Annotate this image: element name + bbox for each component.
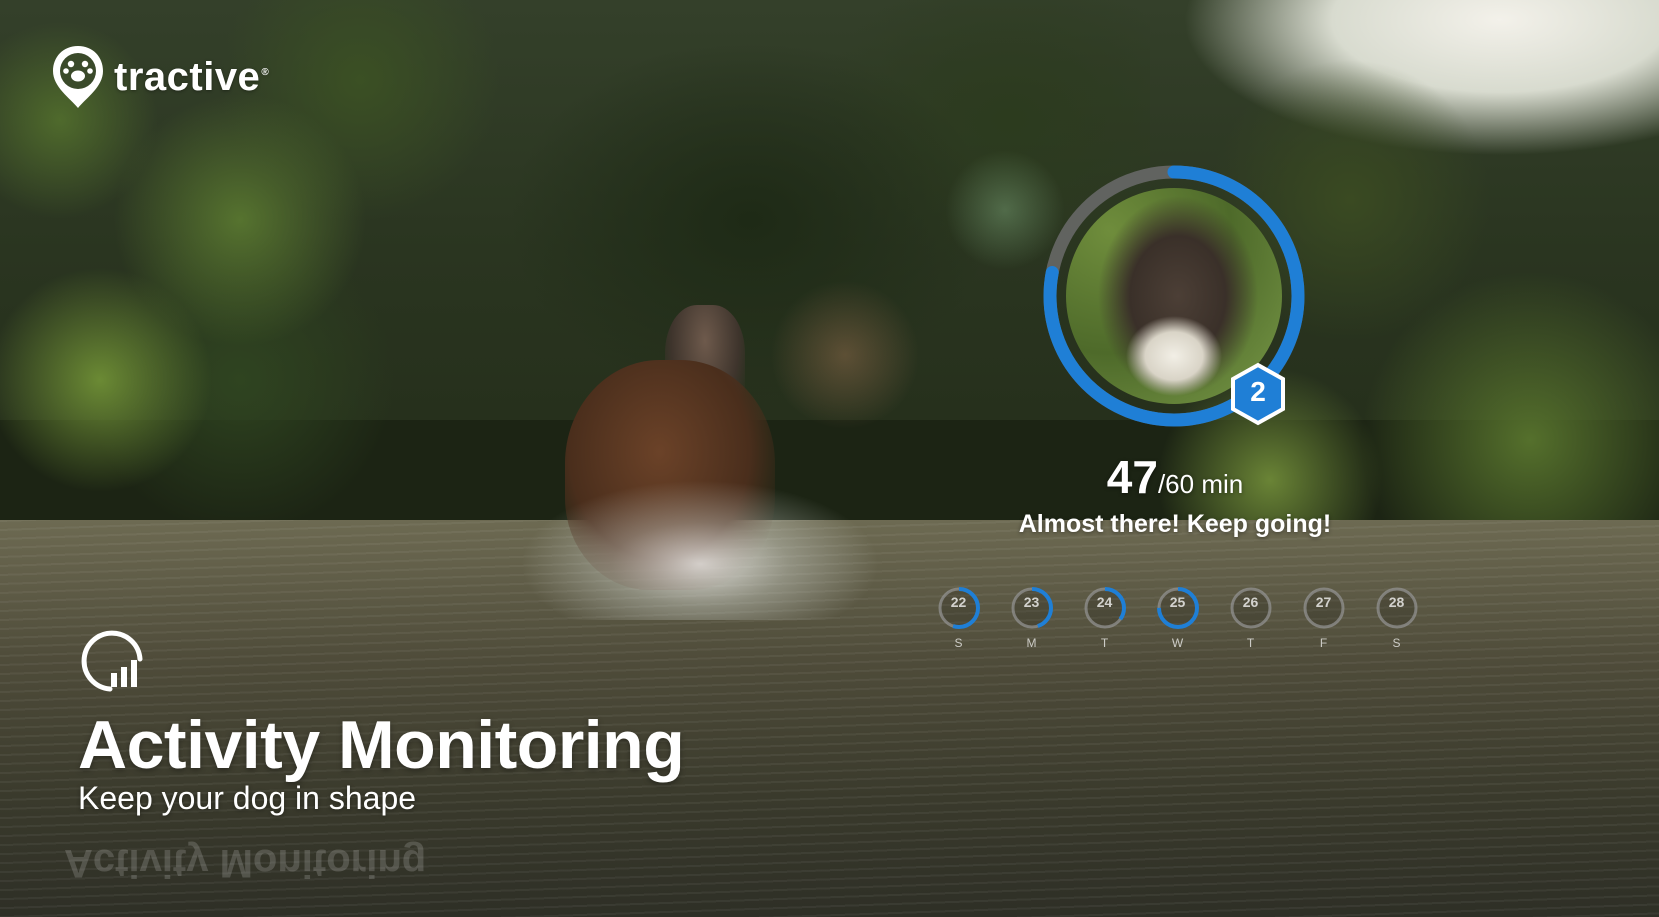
reflection-title: Activity Monitoring [64,841,427,885]
activity-stats: 47/60 min Almost there! Keep going! [990,450,1360,539]
lens-flare [770,280,920,430]
level-badge-number: 2 [1250,376,1266,407]
day-letter: T [1246,636,1255,650]
day-item[interactable]: 22S [922,584,995,650]
day-item[interactable]: 26T [1214,584,1287,650]
day-item[interactable]: 25W [1141,584,1214,650]
day-letter: T [1100,636,1109,650]
day-letter: M [1026,636,1037,650]
paw-pin-icon [53,46,103,108]
activity-goal: /60 min [1157,469,1244,499]
activity-message: Almost there! Keep going! [1018,510,1332,538]
activity-monitoring-icon [81,630,143,692]
logo-text: tractive® [114,54,270,99]
feature-title: Activity Monitoring [78,707,685,783]
day-item[interactable]: 23M [995,584,1068,650]
day-letter: S [954,636,963,650]
activity-minutes: 47/60 min [990,450,1360,504]
week-activity-strip: 22S23M24T25W26T27F28S [922,584,1433,650]
day-letter: W [1171,636,1184,650]
activity-value: 47 [1106,451,1158,503]
day-item[interactable]: 27F [1287,584,1360,650]
headline-reflection: Activity Monitoring [64,840,426,885]
tractive-logo: tractive® [50,44,269,110]
day-letter: S [1392,636,1401,650]
feature-subtitle: Keep your dog in shape [78,780,417,816]
day-item[interactable]: 28S [1360,584,1433,650]
day-item[interactable]: 24T [1068,584,1141,650]
water-splash [520,480,880,620]
day-letter: F [1319,636,1328,650]
